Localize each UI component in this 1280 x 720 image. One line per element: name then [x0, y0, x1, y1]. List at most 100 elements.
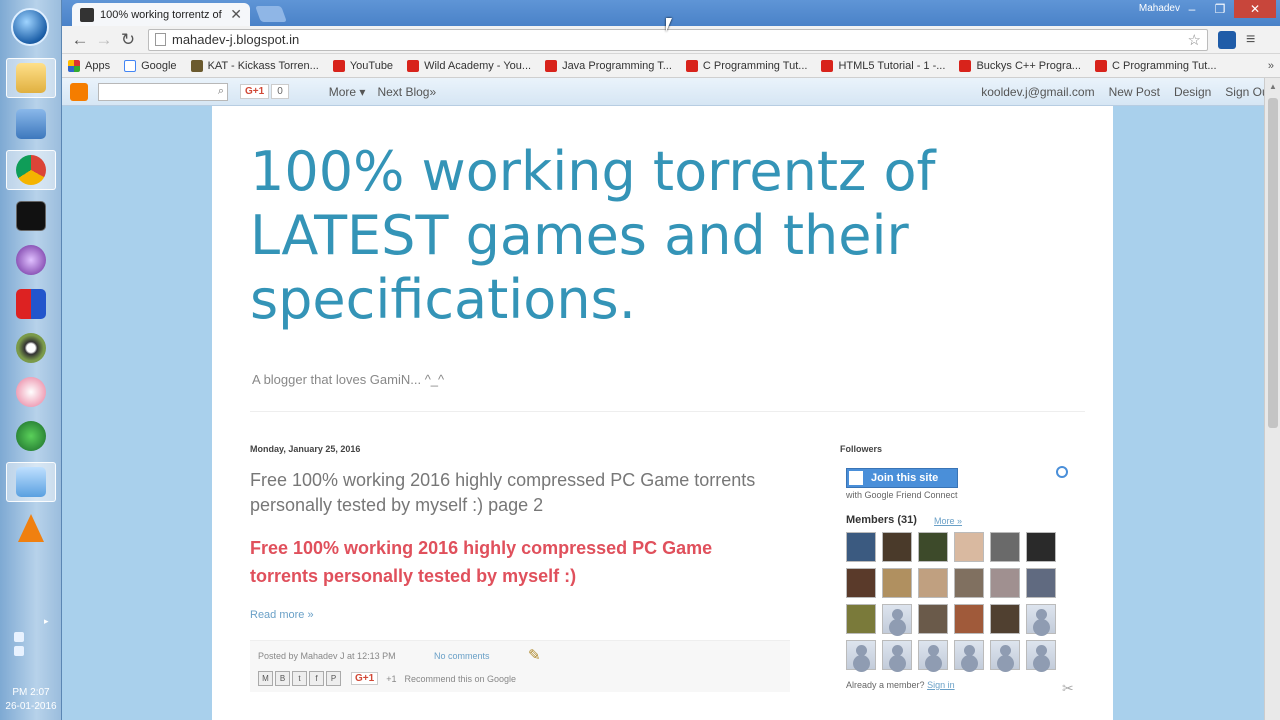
- taskbar-app-button[interactable]: [6, 328, 56, 368]
- member-avatar[interactable]: [990, 640, 1020, 670]
- member-avatar[interactable]: [954, 532, 984, 562]
- bookmark-star-icon[interactable]: ☆: [1188, 31, 1201, 49]
- member-avatar[interactable]: [882, 640, 912, 670]
- taskbar-app-button[interactable]: [6, 104, 56, 144]
- bookmark-yt-icon: [407, 59, 420, 72]
- member-avatar[interactable]: [990, 568, 1020, 598]
- member-avatar[interactable]: [918, 604, 948, 634]
- member-avatar[interactable]: [846, 532, 876, 562]
- member-avatar[interactable]: [1026, 604, 1056, 634]
- chrome-menu-icon[interactable]: ≡: [1246, 31, 1255, 49]
- terminal-icon: [16, 201, 46, 231]
- member-avatar[interactable]: [954, 568, 984, 598]
- bookmark-label: KAT - Kickass Torren...: [207, 59, 319, 72]
- bookmark-item[interactable]: Apps: [68, 59, 110, 72]
- more-menu[interactable]: More ▾: [329, 85, 366, 99]
- taskbar-app-button[interactable]: [6, 240, 56, 280]
- scroll-up-icon[interactable]: ▲: [1269, 82, 1277, 91]
- member-avatar[interactable]: [1026, 532, 1056, 562]
- taskbar-app-button[interactable]: [6, 416, 56, 456]
- tab-close-icon[interactable]: ✕: [230, 6, 242, 23]
- bookmark-item[interactable]: KAT - Kickass Torren...: [190, 59, 319, 72]
- member-avatar[interactable]: [990, 532, 1020, 562]
- gplus-button[interactable]: G+1: [240, 84, 270, 99]
- bookmark-label: Google: [141, 59, 177, 72]
- account-email[interactable]: kooldev.j@gmail.com: [981, 85, 1094, 99]
- design-link[interactable]: Design: [1174, 85, 1211, 99]
- member-avatar[interactable]: [882, 532, 912, 562]
- close-window-icon[interactable]: ✕: [1234, 0, 1276, 18]
- member-avatar[interactable]: [918, 568, 948, 598]
- bookmark-item[interactable]: Buckys C++ Progra...: [959, 59, 1081, 72]
- member-avatar[interactable]: [918, 532, 948, 562]
- new-post-link[interactable]: New Post: [1109, 85, 1160, 99]
- sign-in-link[interactable]: Sign in: [927, 680, 955, 690]
- bookmark-item[interactable]: C Programming Tut...: [685, 59, 807, 72]
- blog-this-button[interactable]: B: [275, 671, 290, 686]
- search-icon[interactable]: ⌕: [218, 85, 224, 98]
- bookmarks-more-icon[interactable]: »: [1268, 60, 1274, 72]
- member-avatar[interactable]: [990, 604, 1020, 634]
- member-avatar[interactable]: [846, 604, 876, 634]
- taskbar-vlc-button[interactable]: [6, 508, 56, 548]
- bookmark-item[interactable]: C Programming Tut...: [1094, 59, 1217, 72]
- address-bar[interactable]: mahadev-j.blogspot.in ☆: [148, 28, 1208, 51]
- forward-icon[interactable]: →: [92, 30, 116, 50]
- blog-title[interactable]: 100% working torrentz of LATEST games an…: [250, 140, 970, 332]
- page-scrollbar[interactable]: ▲: [1264, 78, 1280, 720]
- clock-time[interactable]: PM 2:07: [0, 687, 62, 698]
- scroll-thumb[interactable]: [1268, 98, 1278, 428]
- twitter-share-button[interactable]: t: [292, 671, 307, 686]
- comments-link[interactable]: No comments: [434, 651, 490, 661]
- member-avatar[interactable]: [1026, 568, 1056, 598]
- network-icon[interactable]: [14, 632, 24, 642]
- back-icon[interactable]: ←: [68, 30, 92, 50]
- bookmark-label: Wild Academy - You...: [424, 59, 532, 72]
- bookmark-item[interactable]: Google: [124, 59, 177, 72]
- minimize-icon[interactable]: –: [1178, 0, 1206, 18]
- blogger-logo-icon[interactable]: [70, 82, 88, 101]
- bookmarks-bar: Apps Google KAT - Kickass Torren... YouTube…: [62, 54, 1280, 78]
- members-more-link[interactable]: More »: [934, 516, 962, 526]
- member-avatar[interactable]: [882, 604, 912, 634]
- member-avatar[interactable]: [1026, 640, 1056, 670]
- taskbar-terminal-button[interactable]: [6, 196, 56, 236]
- tools-wrench-icon[interactable]: ✂: [1062, 680, 1074, 697]
- reload-icon[interactable]: ↻: [116, 30, 140, 50]
- taskbar-chrome-button[interactable]: [6, 150, 56, 190]
- edit-pencil-icon[interactable]: ✎: [528, 646, 541, 664]
- profile-name[interactable]: Mahadev: [1139, 3, 1180, 14]
- clock-date[interactable]: 26-01-2016: [0, 701, 62, 712]
- facebook-share-button[interactable]: f: [309, 671, 324, 686]
- bookmark-item[interactable]: Wild Academy - You...: [407, 59, 532, 72]
- maximize-icon[interactable]: ❐: [1206, 0, 1234, 18]
- next-blog-link[interactable]: Next Blog»: [377, 85, 436, 99]
- taskbar-explorer-button[interactable]: [6, 58, 56, 98]
- taskbar-app-button[interactable]: [6, 284, 56, 324]
- post-gplus-button[interactable]: G+1: [351, 672, 379, 685]
- bookmark-item[interactable]: YouTube: [332, 59, 393, 72]
- email-share-button[interactable]: M: [258, 671, 273, 686]
- taskbar-app-button[interactable]: [6, 372, 56, 412]
- bookmark-item[interactable]: Java Programming T...: [545, 59, 672, 72]
- extension-icon[interactable]: [1218, 30, 1236, 49]
- member-avatar[interactable]: [954, 640, 984, 670]
- new-tab-button[interactable]: [255, 6, 287, 22]
- taskbar-app-button[interactable]: [6, 462, 56, 502]
- pinterest-share-button[interactable]: P: [326, 671, 341, 686]
- member-avatar[interactable]: [918, 640, 948, 670]
- read-more-link[interactable]: Read more »: [250, 609, 314, 621]
- start-button[interactable]: [11, 8, 49, 46]
- member-avatar[interactable]: [882, 568, 912, 598]
- member-avatar[interactable]: [954, 604, 984, 634]
- member-avatar[interactable]: [846, 640, 876, 670]
- browser-tab[interactable]: 100% working torrentz of ✕: [72, 3, 250, 26]
- join-site-button[interactable]: Join this site: [846, 468, 958, 488]
- member-avatar[interactable]: [846, 568, 876, 598]
- show-hidden-icon[interactable]: ▸: [44, 616, 49, 627]
- friend-connect-logo-icon[interactable]: [1056, 466, 1068, 478]
- blog-search-input[interactable]: ⌕: [98, 82, 228, 101]
- bookmark-item[interactable]: HTML5 Tutorial - 1 -...: [821, 59, 945, 72]
- volume-icon[interactable]: [14, 646, 24, 656]
- post-title[interactable]: Free 100% working 2016 highly compressed…: [250, 468, 790, 518]
